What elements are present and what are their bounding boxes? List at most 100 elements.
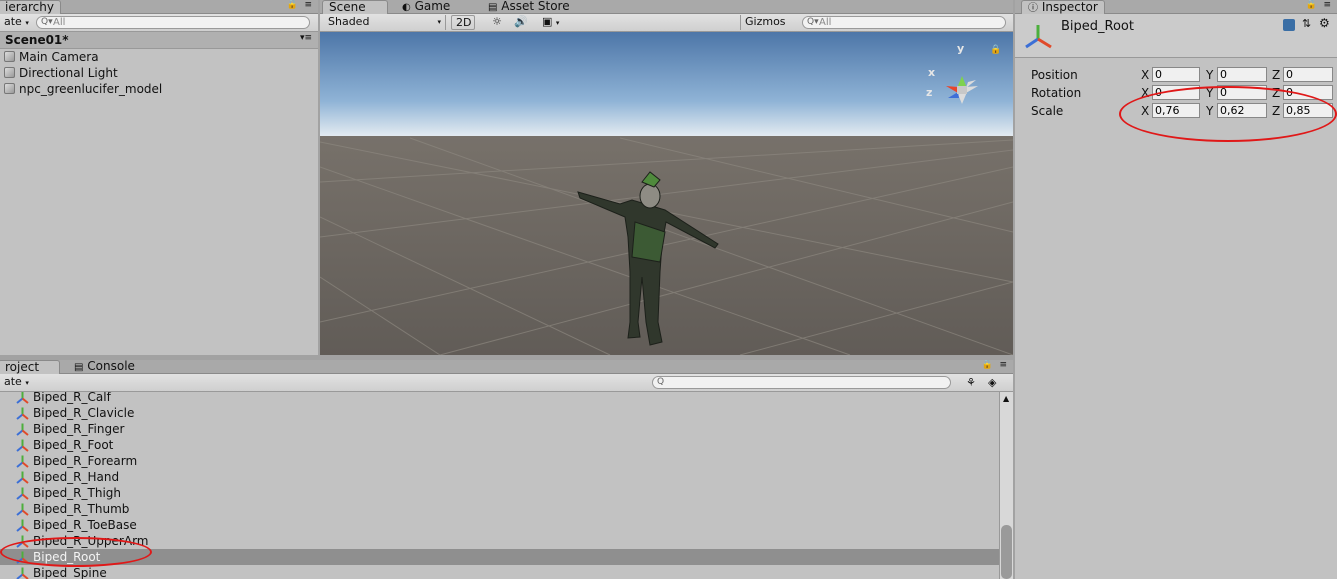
project-list-item-label: Biped_Spine: [33, 566, 107, 579]
project-list-item[interactable]: Biped_R_Clavicle: [0, 405, 999, 421]
filter-label-icon[interactable]: ◈: [988, 376, 996, 389]
transform-bone-icon: [16, 392, 29, 404]
viewport-lock-icon: 🔒: [990, 44, 1001, 55]
project-list-item[interactable]: Biped_R_Thumb: [0, 501, 999, 517]
chevron-down-icon: ▾: [25, 379, 29, 387]
scale-annotation-circle: [1119, 86, 1337, 142]
tab-game-label: Game: [414, 0, 451, 13]
scroll-thumb[interactable]: [1001, 525, 1012, 579]
audio-toggle[interactable]: 🔊: [510, 15, 532, 30]
position-x-field[interactable]: [1152, 67, 1200, 82]
scene-menu-icon[interactable]: ▾≡: [300, 33, 312, 43]
position-z-field[interactable]: [1283, 67, 1333, 82]
tab-console[interactable]: ▤ Console: [68, 360, 141, 374]
project-list-item[interactable]: Biped_R_Finger: [0, 421, 999, 437]
transform-axes-icon: [1025, 25, 1052, 49]
panel-menu-icon[interactable]: ≡: [999, 360, 1007, 370]
scene-search-input[interactable]: Q▾ All: [802, 16, 1006, 29]
transform-bone-icon: [16, 455, 29, 468]
project-list: Biped_R_Calf Biped_R_Clavicle Biped_R_Fing…: [0, 392, 999, 579]
search-icon: Q: [657, 377, 665, 387]
hierarchy-item-label: Directional Light: [19, 66, 118, 80]
gameobject-icon: [4, 51, 15, 62]
chevron-down-icon: ▾: [25, 19, 29, 27]
tab-scene[interactable]: Scene: [322, 0, 388, 15]
lock-icon[interactable]: 🔒: [982, 360, 993, 370]
scene-tabbar: Scene ◐ Game ▤ Asset Store: [320, 0, 1013, 15]
scale-label: Scale: [1031, 104, 1064, 118]
lock-icon[interactable]: 🔒: [287, 0, 298, 10]
hierarchy-search-input[interactable]: Q▾ All: [36, 16, 310, 29]
project-list-item-label: Biped_R_Thumb: [33, 502, 130, 516]
hierarchy-item[interactable]: Main Camera: [0, 49, 318, 65]
tab-hierarchy[interactable]: ierarchy: [0, 0, 61, 15]
hierarchy-item-label: Main Camera: [19, 50, 99, 64]
panel-menu-icon[interactable]: ≡: [304, 0, 312, 10]
project-list-item[interactable]: Biped_R_ToeBase: [0, 517, 999, 533]
2d-toggle-button[interactable]: 2D: [451, 15, 475, 30]
hierarchy-tabbar: ierarchy 🔒 ≡: [0, 0, 318, 15]
project-list-item[interactable]: Biped_R_Forearm: [0, 453, 999, 469]
transform-bone-icon: [16, 487, 29, 500]
tab-game[interactable]: ◐ Game: [396, 0, 456, 14]
tab-inspector[interactable]: ⓘ Inspector: [1021, 0, 1105, 15]
position-row: Position X Y Z: [1015, 66, 1337, 84]
z-label[interactable]: Z: [1272, 68, 1280, 82]
tab-inspector-label: Inspector: [1041, 0, 1098, 14]
project-list-item[interactable]: Biped_R_Foot: [0, 437, 999, 453]
transform-bone-icon: [16, 503, 29, 516]
effects-dropdown[interactable]: ▣ ▾: [538, 15, 568, 30]
object-name: Biped_Root: [1061, 19, 1134, 34]
project-panel: roject ▤ Console 🔒 ≡ ate ▾ Q ⚘ ◈ Biped_R…: [0, 360, 1013, 579]
y-label[interactable]: Y: [1206, 68, 1213, 82]
inspector-header: Biped_Root ⇅ ⚙: [1015, 14, 1337, 58]
shading-dropdown[interactable]: Shaded ▾: [324, 15, 446, 30]
create-label: ate: [4, 375, 22, 388]
hierarchy-item-label: npc_greenlucifer_model: [19, 82, 163, 96]
lock-icon[interactable]: 🔒: [1306, 0, 1317, 10]
project-list-item-label: Biped_R_Calf: [33, 392, 111, 404]
biped-root-annotation-circle: [0, 537, 152, 567]
sun-icon: ☼: [492, 15, 502, 28]
create-dropdown[interactable]: ate ▾: [0, 15, 33, 30]
filter-type-icon[interactable]: ⚘: [966, 376, 976, 389]
scroll-up-arrow-icon[interactable]: ▲: [1003, 394, 1009, 403]
position-y-field[interactable]: [1217, 67, 1267, 82]
panel-menu-icon[interactable]: ≡: [1323, 0, 1331, 10]
tab-asset-store-label: Asset Store: [501, 0, 570, 13]
project-list-item-label: Biped_R_ToeBase: [33, 518, 137, 532]
tab-asset-store[interactable]: ▤ Asset Store: [482, 0, 576, 14]
project-scrollbar[interactable]: ▲: [999, 392, 1013, 579]
hierarchy-item[interactable]: npc_greenlucifer_model: [0, 81, 318, 97]
inspector-tabbar: ⓘ Inspector 🔒 ≡: [1015, 0, 1337, 15]
search-icon: Q▾: [41, 17, 53, 27]
project-list-item[interactable]: Biped_R_Hand: [0, 469, 999, 485]
lighting-toggle[interactable]: ☼: [486, 15, 508, 30]
2d-label: 2D: [456, 16, 472, 29]
project-list-item[interactable]: Biped_R_UpperArm: [0, 533, 999, 549]
scene-title: Scene01*: [5, 33, 69, 47]
gizmos-dropdown[interactable]: Gizmos ▾: [740, 15, 792, 41]
project-list-item[interactable]: Biped_R_Thigh: [0, 485, 999, 501]
x-label[interactable]: X: [1141, 68, 1149, 82]
project-list-item[interactable]: Biped_R_Calf: [0, 392, 999, 405]
hierarchy-toolbar: ate ▾ Q▾ All: [0, 14, 318, 32]
scene-viewport[interactable]: y x z 🔒: [320, 32, 1013, 355]
chevron-down-icon: ▾: [555, 19, 560, 27]
preset-icon[interactable]: ⇅: [1302, 17, 1311, 30]
scene-header-row[interactable]: Scene01* ▾≡: [0, 32, 318, 49]
search-placeholder: All: [819, 17, 832, 28]
help-icon[interactable]: [1283, 19, 1295, 31]
gear-icon[interactable]: ⚙: [1319, 16, 1330, 30]
search-icon: Q▾: [807, 17, 819, 27]
hierarchy-item[interactable]: Directional Light: [0, 65, 318, 81]
create-dropdown[interactable]: ate ▾: [0, 375, 33, 390]
project-list-item[interactable]: Biped_Spine: [0, 565, 999, 579]
gizmo-z-label: z: [926, 86, 932, 99]
create-label: ate: [4, 15, 22, 28]
tab-console-label: Console: [87, 360, 135, 373]
project-search-input[interactable]: Q: [652, 376, 951, 389]
scene-toolbar: Shaded ▾ 2D ☼ 🔊 ▣ ▾ Gizmos ▾ Q▾ All: [320, 14, 1013, 41]
project-list-item-label: Biped_R_Foot: [33, 438, 114, 452]
tab-project[interactable]: roject: [0, 360, 60, 375]
